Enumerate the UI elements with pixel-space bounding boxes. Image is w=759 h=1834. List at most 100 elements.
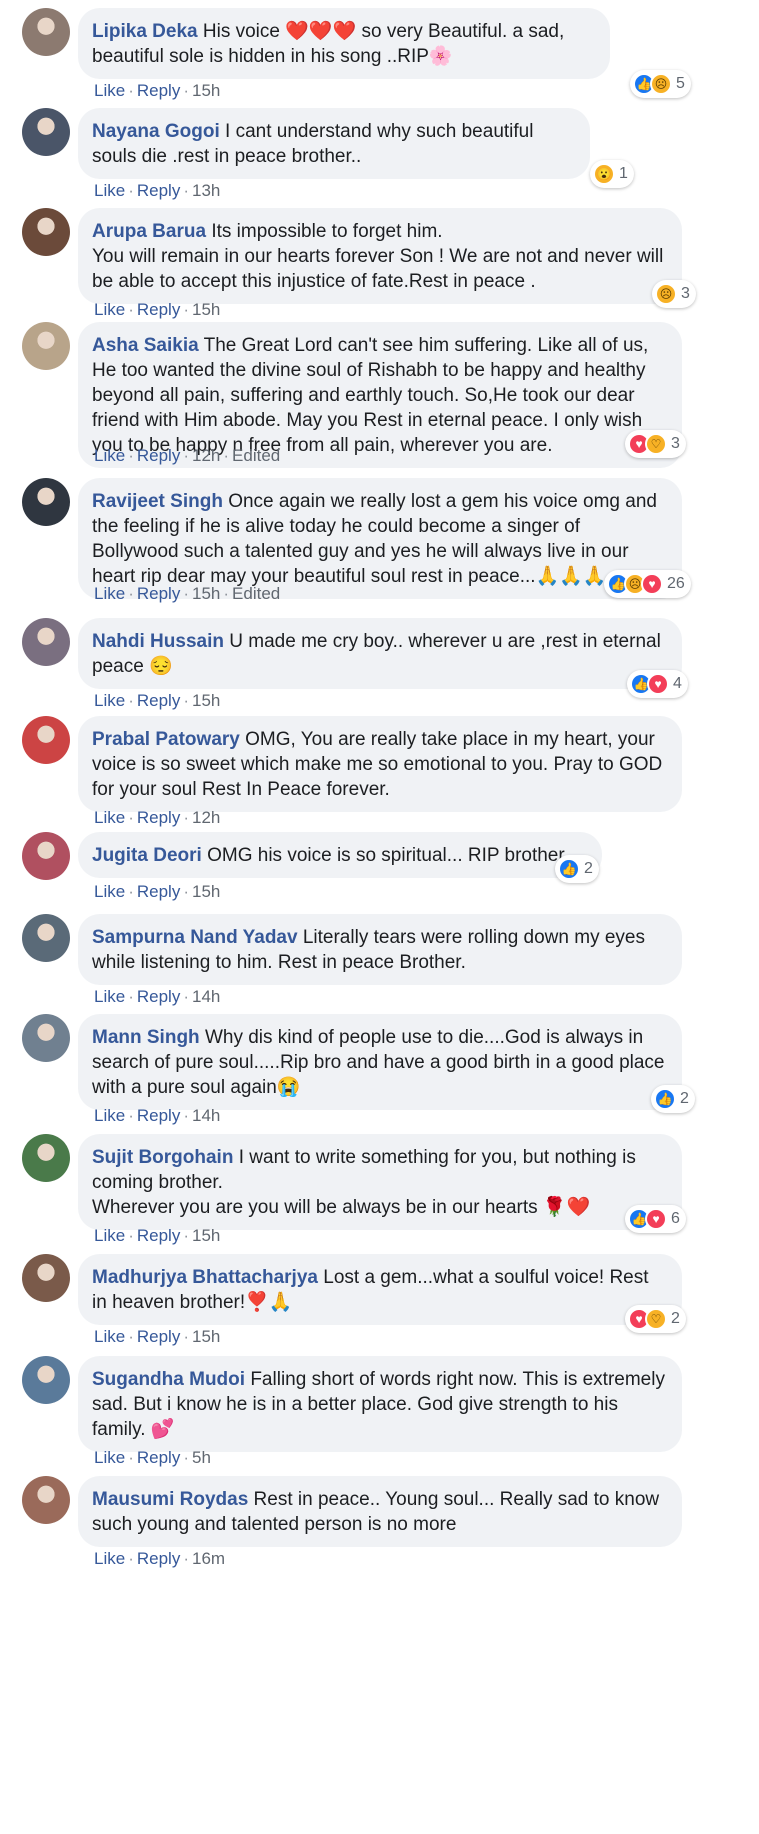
comment-author[interactable]: Sampurna Nand Yadav — [92, 927, 298, 948]
comment-timestamp[interactable]: 15h — [192, 1327, 220, 1346]
comment-timestamp[interactable]: 15h — [192, 691, 220, 710]
comment-author[interactable]: Nayana Gogoi — [92, 121, 220, 142]
comment-bubble: Arupa Barua Its impossible to forget him… — [78, 208, 682, 304]
avatar[interactable] — [22, 618, 70, 666]
like-button[interactable]: Like — [94, 987, 125, 1006]
reply-button[interactable]: Reply — [137, 987, 180, 1006]
avatar[interactable] — [22, 716, 70, 764]
reply-button[interactable]: Reply — [137, 691, 180, 710]
separator: · — [183, 300, 189, 319]
avatar[interactable] — [22, 8, 70, 56]
avatar[interactable] — [22, 208, 70, 256]
edited-label[interactable]: Edited — [232, 446, 280, 465]
comment-author[interactable]: Ravijeet Singh — [92, 491, 223, 512]
comment-timestamp[interactable]: 12h — [192, 446, 220, 465]
reaction-summary[interactable]: 😮 1 — [590, 160, 634, 188]
comment-author[interactable]: Madhurjya Bhattacharjya — [92, 1267, 318, 1288]
reply-button[interactable]: Reply — [137, 1226, 180, 1245]
comment-author[interactable]: Nahdi Hussain — [92, 631, 224, 652]
sad-icon: ☹ — [650, 73, 672, 95]
like-button[interactable]: Like — [94, 300, 125, 319]
comment-timestamp[interactable]: 15h — [192, 1226, 220, 1245]
separator: · — [183, 987, 189, 1006]
avatar[interactable] — [22, 322, 70, 370]
reply-button[interactable]: Reply — [137, 446, 180, 465]
reply-button[interactable]: Reply — [137, 882, 180, 901]
reaction-summary[interactable]: 👍 ☹ 5 — [630, 70, 691, 98]
comment-timestamp[interactable]: 15h — [192, 584, 220, 603]
avatar[interactable] — [22, 832, 70, 880]
comment-timestamp[interactable]: 16m — [192, 1549, 225, 1568]
comment-author[interactable]: Lipika Deka — [92, 21, 198, 42]
avatar[interactable] — [22, 108, 70, 156]
comment-bubble: Nahdi Hussain U made me cry boy.. wherev… — [78, 618, 682, 689]
like-button[interactable]: Like — [94, 1448, 125, 1467]
avatar[interactable] — [22, 1254, 70, 1302]
like-button[interactable]: Like — [94, 691, 125, 710]
reply-button[interactable]: Reply — [137, 81, 180, 100]
separator: · — [128, 81, 134, 100]
like-icon: 👍 — [558, 858, 580, 880]
separator: · — [183, 584, 189, 603]
reaction-summary[interactable]: ♥ ♡ 3 — [625, 430, 686, 458]
comment-timestamp[interactable]: 15h — [192, 300, 220, 319]
reaction-count: 2 — [584, 860, 593, 877]
separator: · — [128, 584, 134, 603]
comment-author[interactable]: Mausumi Roydas — [92, 1489, 248, 1510]
comment-text: OMG his voice is so spiritual... RIP bro… — [207, 845, 580, 866]
reaction-summary[interactable]: 👍 ☹ ♥ 26 — [604, 570, 691, 598]
avatar[interactable] — [22, 914, 70, 962]
reply-button[interactable]: Reply — [137, 584, 180, 603]
like-button[interactable]: Like — [94, 584, 125, 603]
reply-button[interactable]: Reply — [137, 181, 180, 200]
comment-author[interactable]: Prabal Patowary — [92, 729, 240, 750]
avatar[interactable] — [22, 1014, 70, 1062]
like-button[interactable]: Like — [94, 1327, 125, 1346]
separator: · — [128, 446, 134, 465]
like-button[interactable]: Like — [94, 882, 125, 901]
comment-actions: Like · Reply · 12h — [94, 808, 220, 828]
like-button[interactable]: Like — [94, 181, 125, 200]
reaction-summary[interactable]: 👍 ♥ 4 — [627, 670, 688, 698]
separator: · — [183, 691, 189, 710]
reaction-summary[interactable]: 👍 2 — [651, 1085, 695, 1113]
comment-author[interactable]: Jugita Deori — [92, 845, 202, 866]
reply-button[interactable]: Reply — [137, 1448, 180, 1467]
comment-author[interactable]: Asha Saikia — [92, 335, 199, 356]
comment-timestamp[interactable]: 15h — [192, 882, 220, 901]
like-button[interactable]: Like — [94, 1106, 125, 1125]
reaction-summary[interactable]: 👍 2 — [555, 855, 599, 883]
reply-button[interactable]: Reply — [137, 300, 180, 319]
like-button[interactable]: Like — [94, 808, 125, 827]
reply-button[interactable]: Reply — [137, 1327, 180, 1346]
separator: · — [183, 1327, 189, 1346]
comment-timestamp[interactable]: 12h — [192, 808, 220, 827]
comment-timestamp[interactable]: 13h — [192, 181, 220, 200]
reply-button[interactable]: Reply — [137, 808, 180, 827]
comment-timestamp[interactable]: 14h — [192, 1106, 220, 1125]
comment-timestamp[interactable]: 14h — [192, 987, 220, 1006]
comment-author[interactable]: Mann Singh — [92, 1027, 200, 1048]
avatar[interactable] — [22, 478, 70, 526]
reply-button[interactable]: Reply — [137, 1549, 180, 1568]
reply-button[interactable]: Reply — [137, 1106, 180, 1125]
avatar[interactable] — [22, 1476, 70, 1524]
edited-label[interactable]: Edited — [232, 584, 280, 603]
reaction-summary[interactable]: 👍 ♥ 6 — [625, 1205, 686, 1233]
like-button[interactable]: Like — [94, 81, 125, 100]
reaction-summary[interactable]: ☹ 3 — [652, 280, 696, 308]
separator: · — [128, 808, 134, 827]
separator: · — [128, 1327, 134, 1346]
comment-timestamp[interactable]: 15h — [192, 81, 220, 100]
comment-bubble: Sujit Borgohain I want to write somethin… — [78, 1134, 682, 1230]
comment-author[interactable]: Arupa Barua — [92, 221, 206, 242]
reaction-summary[interactable]: ♥ ♡ 2 — [625, 1305, 686, 1333]
comment-author[interactable]: Sujit Borgohain — [92, 1147, 233, 1168]
like-button[interactable]: Like — [94, 1549, 125, 1568]
comment-timestamp[interactable]: 5h — [192, 1448, 211, 1467]
like-button[interactable]: Like — [94, 446, 125, 465]
avatar[interactable] — [22, 1134, 70, 1182]
comment-author[interactable]: Sugandha Mudoi — [92, 1369, 245, 1390]
like-button[interactable]: Like — [94, 1226, 125, 1245]
avatar[interactable] — [22, 1356, 70, 1404]
